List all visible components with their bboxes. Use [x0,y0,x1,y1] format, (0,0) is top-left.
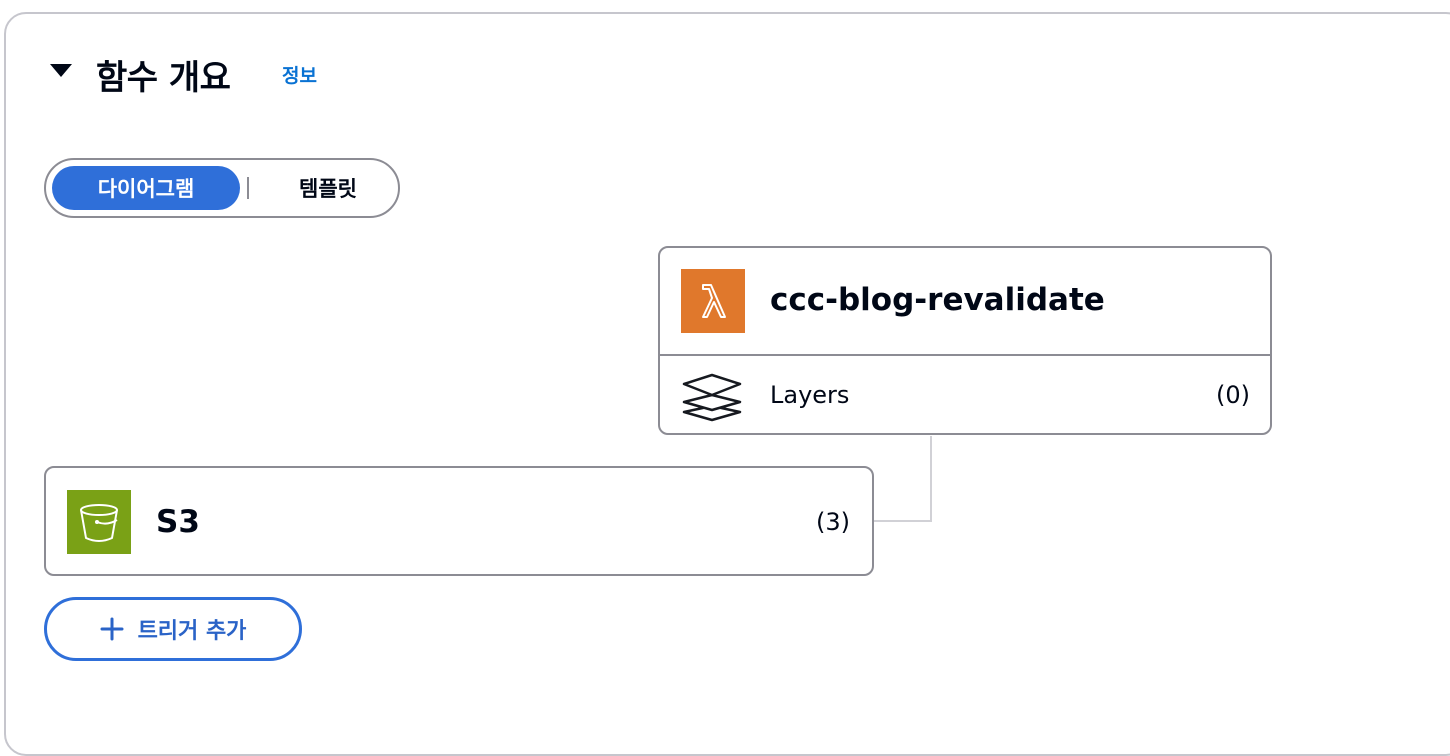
trigger-count: (3) [816,508,850,536]
lambda-icon [681,269,745,333]
layers-count: (0) [1216,381,1250,409]
template-tab[interactable]: 템플릿 [260,166,396,210]
layers-icon [682,372,742,422]
layers-row[interactable]: Layers (0) [660,356,1270,435]
function-card: ccc-blog-revalidate Layers (0) [658,246,1272,435]
s3-trigger-card[interactable]: S3 (3) [44,466,874,576]
diagram-tab[interactable]: 다이어그램 [52,166,240,210]
plus-icon [100,617,124,641]
trigger-connector-line [872,436,932,522]
function-card-header[interactable]: ccc-blog-revalidate [660,248,1270,354]
s3-bucket-icon [67,490,131,554]
toggle-divider [247,177,249,199]
add-trigger-label: 트리거 추가 [137,619,247,644]
function-name: ccc-blog-revalidate [770,282,1105,318]
trigger-name: S3 [156,504,200,540]
info-link[interactable]: 정보 [282,61,317,88]
collapse-caret-icon[interactable] [50,64,72,77]
add-trigger-button[interactable]: 트리거 추가 [44,597,302,661]
section-title: 함수 개요 [96,58,231,98]
view-toggle: 다이어그램 템플릿 [44,158,400,218]
layers-label: Layers [770,381,850,409]
